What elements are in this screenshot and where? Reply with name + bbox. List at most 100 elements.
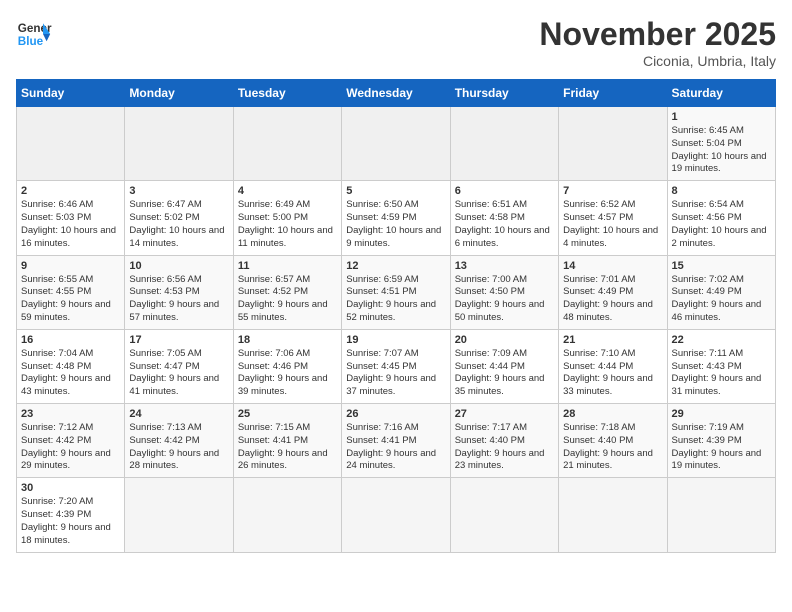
calendar-day-cell: 8Sunrise: 6:54 AM Sunset: 4:56 PM Daylig… xyxy=(667,181,775,255)
day-number: 11 xyxy=(238,260,337,272)
day-info: Sunrise: 7:09 AM Sunset: 4:44 PM Dayligh… xyxy=(455,348,554,399)
day-info: Sunrise: 7:02 AM Sunset: 4:49 PM Dayligh… xyxy=(672,274,771,325)
calendar-day-cell: 4 Sunrise: 6:49 AM Sunset: 5:00 PM Daylig… xyxy=(233,181,341,255)
calendar-day-cell: 20 Sunrise: 7:09 AM Sunset: 4:44 PM Dayli… xyxy=(450,329,558,403)
calendar-week-row: 30Sunrise: 7:20 AM Sunset: 4:39 PM Dayli… xyxy=(17,478,776,552)
day-info: Sunrise: 7:11 AM Sunset: 4:43 PM Dayligh… xyxy=(672,348,771,399)
calendar-day-cell xyxy=(125,478,233,552)
day-number: 10 xyxy=(129,260,228,272)
day-info: Sunrise: 6:50 AM Sunset: 4:59 PM Dayligh… xyxy=(346,199,445,250)
calendar-day-cell: 28 Sunrise: 7:18 AM Sunset: 4:40 PM Dayli… xyxy=(559,404,667,478)
day-info: Sunrise: 7:12 AM Sunset: 4:42 PM Dayligh… xyxy=(21,422,120,473)
calendar-day-cell: 15 Sunrise: 7:02 AM Sunset: 4:49 PM Dayli… xyxy=(667,255,775,329)
day-number: 24 xyxy=(129,408,228,420)
day-number: 15 xyxy=(672,260,771,272)
day-info: Sunrise: 7:20 AM Sunset: 4:39 PM Dayligh… xyxy=(21,496,120,547)
day-info: Sunrise: 6:56 AM Sunset: 4:53 PM Dayligh… xyxy=(129,274,228,325)
day-of-week-header: Monday xyxy=(125,80,233,107)
day-info: Sunrise: 6:49 AM Sunset: 5:00 PM Dayligh… xyxy=(238,199,337,250)
day-number: 21 xyxy=(563,334,662,346)
calendar-day-cell: 14Sunrise: 7:01 AM Sunset: 4:49 PM Dayli… xyxy=(559,255,667,329)
calendar-header-row: SundayMondayTuesdayWednesdayThursdayFrid… xyxy=(17,80,776,107)
calendar-day-cell: 21 Sunrise: 7:10 AM Sunset: 4:44 PM Dayli… xyxy=(559,329,667,403)
calendar-day-cell xyxy=(559,478,667,552)
logo-icon: General Blue xyxy=(16,16,52,52)
calendar-day-cell: 7Sunrise: 6:52 AM Sunset: 4:57 PM Daylig… xyxy=(559,181,667,255)
day-number: 3 xyxy=(129,185,228,197)
calendar-day-cell: 29Sunrise: 7:19 AM Sunset: 4:39 PM Dayli… xyxy=(667,404,775,478)
day-info: Sunrise: 7:13 AM Sunset: 4:42 PM Dayligh… xyxy=(129,422,228,473)
calendar-day-cell xyxy=(342,478,450,552)
calendar-day-cell: 3 Sunrise: 6:47 AM Sunset: 5:02 PM Daylig… xyxy=(125,181,233,255)
day-info: Sunrise: 7:06 AM Sunset: 4:46 PM Dayligh… xyxy=(238,348,337,399)
calendar-day-cell: 30Sunrise: 7:20 AM Sunset: 4:39 PM Dayli… xyxy=(17,478,125,552)
day-info: Sunrise: 7:18 AM Sunset: 4:40 PM Dayligh… xyxy=(563,422,662,473)
day-number: 4 xyxy=(238,185,337,197)
calendar-day-cell: 25 Sunrise: 7:15 AM Sunset: 4:41 PM Dayli… xyxy=(233,404,341,478)
day-number: 29 xyxy=(672,408,771,420)
calendar-day-cell: 9 Sunrise: 6:55 AM Sunset: 4:55 PM Daylig… xyxy=(17,255,125,329)
day-of-week-header: Thursday xyxy=(450,80,558,107)
day-info: Sunrise: 7:00 AM Sunset: 4:50 PM Dayligh… xyxy=(455,274,554,325)
calendar-day-cell: 13Sunrise: 7:00 AM Sunset: 4:50 PM Dayli… xyxy=(450,255,558,329)
day-number: 9 xyxy=(21,260,120,272)
calendar-day-cell: 22 Sunrise: 7:11 AM Sunset: 4:43 PM Dayli… xyxy=(667,329,775,403)
calendar-day-cell: 27 Sunrise: 7:17 AM Sunset: 4:40 PM Dayli… xyxy=(450,404,558,478)
day-of-week-header: Sunday xyxy=(17,80,125,107)
day-info: Sunrise: 6:59 AM Sunset: 4:51 PM Dayligh… xyxy=(346,274,445,325)
calendar-week-row: 2Sunrise: 6:46 AM Sunset: 5:03 PM Daylig… xyxy=(17,181,776,255)
day-number: 19 xyxy=(346,334,445,346)
calendar-day-cell xyxy=(125,107,233,181)
day-number: 25 xyxy=(238,408,337,420)
month-title: November 2025 xyxy=(539,16,776,53)
day-info: Sunrise: 6:52 AM Sunset: 4:57 PM Dayligh… xyxy=(563,199,662,250)
subtitle: Ciconia, Umbria, Italy xyxy=(539,53,776,69)
day-number: 5 xyxy=(346,185,445,197)
day-number: 16 xyxy=(21,334,120,346)
calendar-day-cell xyxy=(342,107,450,181)
day-of-week-header: Tuesday xyxy=(233,80,341,107)
svg-text:Blue: Blue xyxy=(18,35,44,48)
day-info: Sunrise: 7:05 AM Sunset: 4:47 PM Dayligh… xyxy=(129,348,228,399)
calendar-day-cell: 6 Sunrise: 6:51 AM Sunset: 4:58 PM Daylig… xyxy=(450,181,558,255)
day-info: Sunrise: 6:51 AM Sunset: 4:58 PM Dayligh… xyxy=(455,199,554,250)
calendar-day-cell: 1 Sunrise: 6:45 AM Sunset: 5:04 PM Daylig… xyxy=(667,107,775,181)
calendar-week-row: 1 Sunrise: 6:45 AM Sunset: 5:04 PM Daylig… xyxy=(17,107,776,181)
calendar-day-cell: 5 Sunrise: 6:50 AM Sunset: 4:59 PM Daylig… xyxy=(342,181,450,255)
day-number: 14 xyxy=(563,260,662,272)
calendar-day-cell: 26Sunrise: 7:16 AM Sunset: 4:41 PM Dayli… xyxy=(342,404,450,478)
calendar-day-cell xyxy=(233,107,341,181)
calendar-day-cell: 19Sunrise: 7:07 AM Sunset: 4:45 PM Dayli… xyxy=(342,329,450,403)
calendar-day-cell: 11Sunrise: 6:57 AM Sunset: 4:52 PM Dayli… xyxy=(233,255,341,329)
logo: General Blue xyxy=(16,16,52,52)
day-info: Sunrise: 6:55 AM Sunset: 4:55 PM Dayligh… xyxy=(21,274,120,325)
calendar-week-row: 16 Sunrise: 7:04 AM Sunset: 4:48 PM Dayli… xyxy=(17,329,776,403)
calendar-day-cell: 16 Sunrise: 7:04 AM Sunset: 4:48 PM Dayli… xyxy=(17,329,125,403)
calendar-day-cell: 12 Sunrise: 6:59 AM Sunset: 4:51 PM Dayli… xyxy=(342,255,450,329)
day-number: 1 xyxy=(672,111,771,123)
day-number: 6 xyxy=(455,185,554,197)
calendar-day-cell: 17Sunrise: 7:05 AM Sunset: 4:47 PM Dayli… xyxy=(125,329,233,403)
calendar-week-row: 23 Sunrise: 7:12 AM Sunset: 4:42 PM Dayli… xyxy=(17,404,776,478)
day-number: 8 xyxy=(672,185,771,197)
day-number: 20 xyxy=(455,334,554,346)
calendar-day-cell: 24 Sunrise: 7:13 AM Sunset: 4:42 PM Dayli… xyxy=(125,404,233,478)
calendar-day-cell xyxy=(450,107,558,181)
calendar-day-cell xyxy=(233,478,341,552)
day-number: 28 xyxy=(563,408,662,420)
day-number: 23 xyxy=(21,408,120,420)
day-number: 22 xyxy=(672,334,771,346)
day-number: 12 xyxy=(346,260,445,272)
day-info: Sunrise: 7:10 AM Sunset: 4:44 PM Dayligh… xyxy=(563,348,662,399)
day-info: Sunrise: 7:17 AM Sunset: 4:40 PM Dayligh… xyxy=(455,422,554,473)
day-number: 27 xyxy=(455,408,554,420)
day-number: 2 xyxy=(21,185,120,197)
day-info: Sunrise: 7:04 AM Sunset: 4:48 PM Dayligh… xyxy=(21,348,120,399)
calendar-day-cell xyxy=(667,478,775,552)
day-info: Sunrise: 7:15 AM Sunset: 4:41 PM Dayligh… xyxy=(238,422,337,473)
calendar-day-cell xyxy=(559,107,667,181)
day-info: Sunrise: 6:47 AM Sunset: 5:02 PM Dayligh… xyxy=(129,199,228,250)
calendar-day-cell: 2Sunrise: 6:46 AM Sunset: 5:03 PM Daylig… xyxy=(17,181,125,255)
day-info: Sunrise: 6:45 AM Sunset: 5:04 PM Dayligh… xyxy=(672,125,771,176)
title-block: November 2025 Ciconia, Umbria, Italy xyxy=(539,16,776,69)
